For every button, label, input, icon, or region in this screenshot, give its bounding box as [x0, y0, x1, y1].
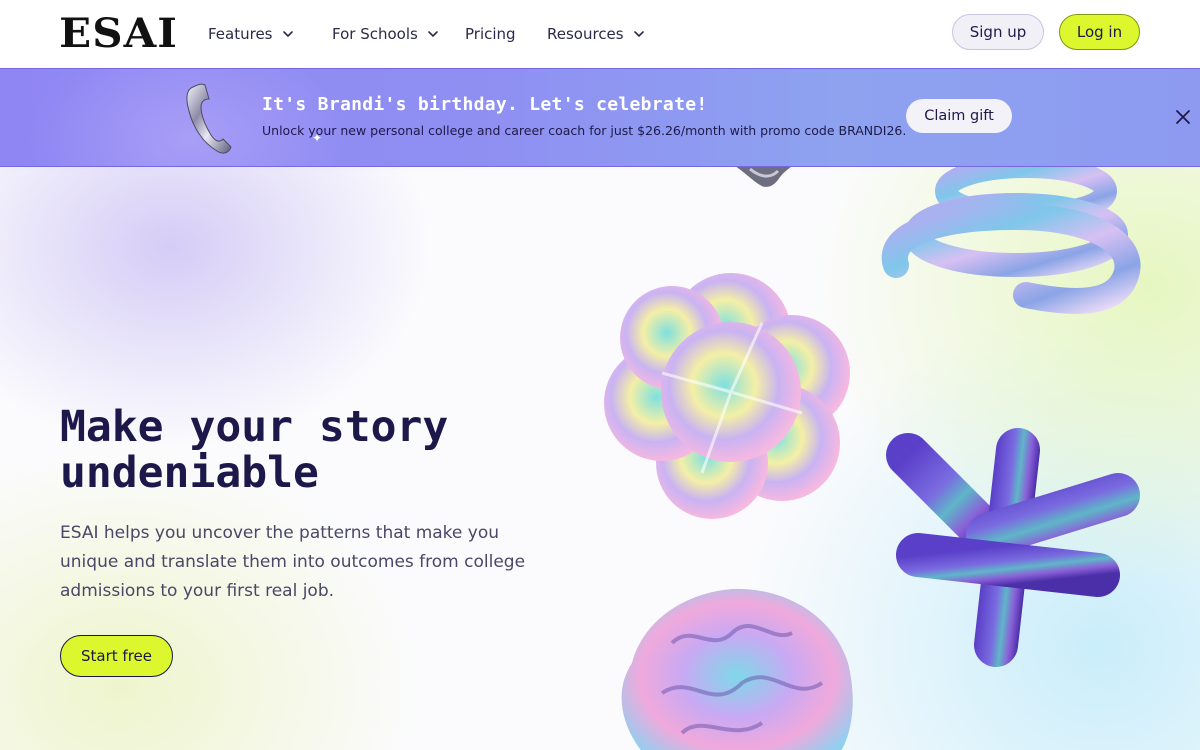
hero-title-line-1: Make your story — [60, 402, 449, 452]
nav-item-label: For Schools — [332, 25, 418, 43]
nav-item-label: Features — [208, 25, 273, 43]
nav-item-for-schools[interactable]: For Schools — [332, 22, 440, 46]
chrome-blob-decoration — [736, 167, 791, 187]
nav-item-label: Pricing — [465, 25, 516, 43]
nav-item-resources[interactable]: Resources — [547, 22, 646, 46]
asterisk-decoration — [886, 428, 1140, 667]
top-navigation: ESAI Features For Schools Pricing Resour… — [0, 0, 1200, 68]
chevron-down-icon — [633, 31, 644, 38]
close-icon[interactable] — [1172, 106, 1194, 128]
hero-description: ESAI helps you uncover the patterns that… — [60, 523, 526, 601]
crumpled-blob-decoration — [621, 588, 853, 750]
nav-item-features[interactable]: Features — [208, 22, 295, 46]
sign-up-button[interactable]: Sign up — [952, 14, 1044, 50]
nav-item-pricing[interactable]: Pricing — [465, 22, 516, 46]
phone-icon — [186, 83, 232, 154]
hero-title: Make your story undeniable — [60, 404, 540, 496]
log-in-button[interactable]: Log in — [1059, 14, 1140, 50]
nav-item-label: Resources — [547, 25, 624, 43]
hero-section: Make your story undeniable ESAI helps yo… — [0, 167, 1200, 750]
start-free-button[interactable]: Start free — [60, 635, 173, 677]
chevron-down-icon — [282, 31, 293, 38]
banner-subtitle: Unlock your new personal college and car… — [262, 123, 907, 138]
spiral-decoration — [881, 167, 1141, 314]
chevron-down-icon — [428, 31, 438, 38]
claim-gift-button[interactable]: Claim gift — [906, 99, 1012, 133]
hero-title-line-2: undeniable — [60, 448, 319, 498]
esai-logo[interactable]: ESAI — [59, 6, 178, 62]
promo-banner: ✦ It's Brandi's birthday. Let's celebrat… — [0, 68, 1200, 167]
flower-blob-decoration — [604, 273, 850, 519]
banner-title: It's Brandi's birthday. Let's celebrate! — [262, 94, 708, 115]
